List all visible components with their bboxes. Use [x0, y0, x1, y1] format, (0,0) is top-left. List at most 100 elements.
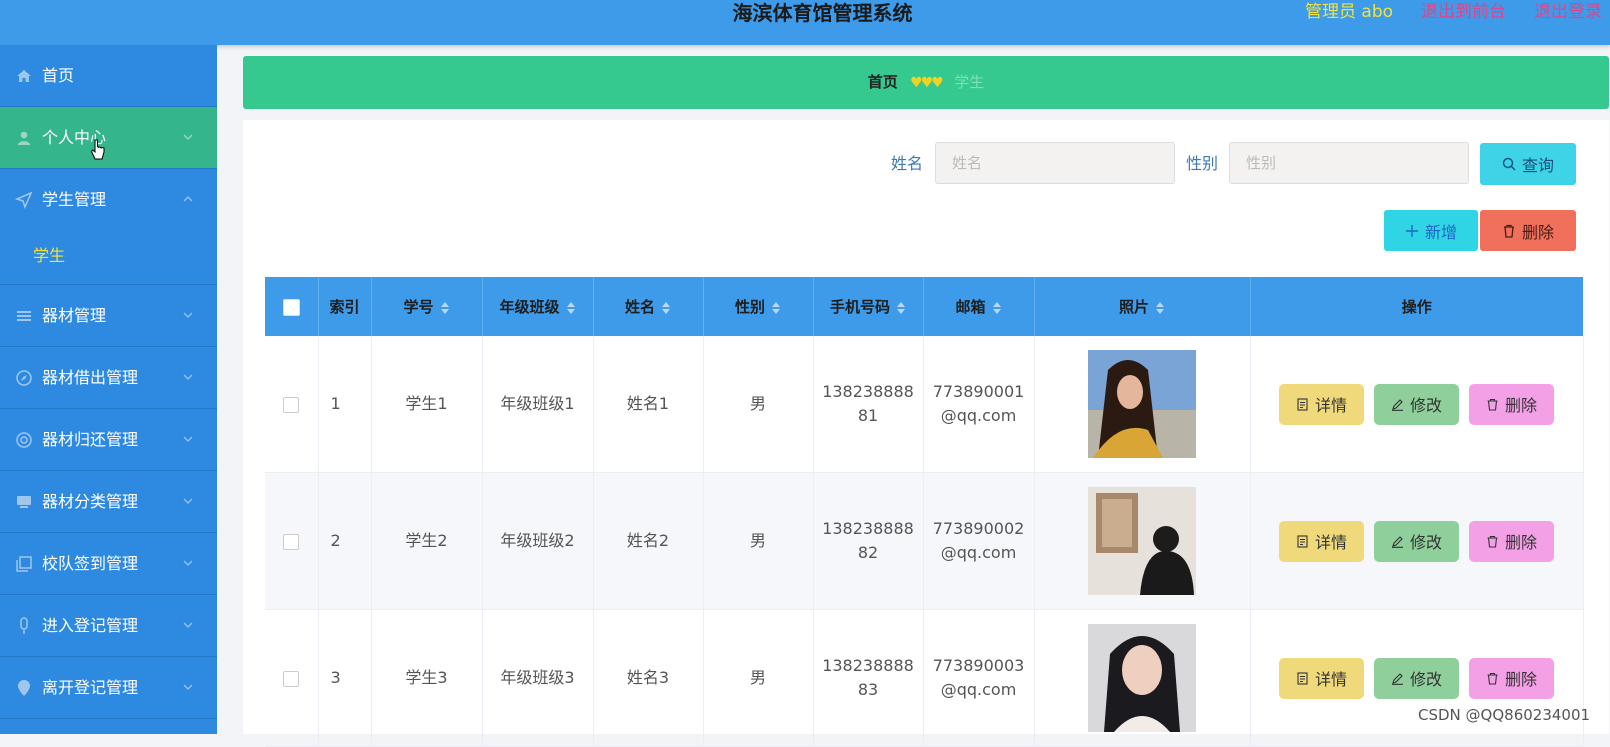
email-line: @qq.com	[940, 680, 1017, 699]
sidebar-item-equipment-return[interactable]: 器材归还管理	[0, 409, 217, 471]
query-button[interactable]: 查询	[1480, 143, 1576, 185]
row-checkbox[interactable]	[283, 396, 300, 413]
sidebar-item-student-management[interactable]: 学生管理	[0, 169, 217, 228]
chevron-down-icon	[183, 622, 193, 628]
sidebar-item-equipment-category[interactable]: 器材分类管理	[0, 471, 217, 533]
add-button-label: 新增	[1424, 222, 1457, 242]
navigation-icon	[15, 191, 33, 209]
edit-button[interactable]: 修改	[1374, 657, 1459, 699]
logout-link[interactable]: 退出登录	[1534, 0, 1602, 24]
edit-button-label: 修改	[1409, 533, 1442, 552]
select-all-checkbox[interactable]	[282, 298, 300, 316]
admin-label: 管理员 abo	[1305, 2, 1394, 22]
phone-cell: 138238888 82	[813, 472, 924, 610]
chevron-down-icon	[183, 684, 193, 690]
back-to-front-link[interactable]: 退出到前台	[1421, 0, 1506, 24]
name-search-input[interactable]	[935, 142, 1175, 184]
plus-icon	[1405, 224, 1418, 237]
gender-search-label: 性别	[1186, 154, 1219, 173]
sidebar-subitem-label: 学生	[33, 246, 66, 265]
menu-icon	[17, 311, 31, 321]
sort-icon[interactable]	[1155, 301, 1165, 315]
chevron-down-icon	[183, 374, 193, 380]
pencil-icon	[1391, 535, 1403, 548]
phone-line: 138238888	[822, 382, 914, 401]
column-header-sortable[interactable]: 手机号码	[813, 277, 924, 336]
name-cell: 姓名2	[593, 472, 704, 610]
watermark: CSDN @QQ860234001	[1418, 706, 1591, 724]
sort-icon[interactable]	[896, 301, 906, 315]
gender-search-input[interactable]	[1229, 142, 1469, 184]
table-row: 1 学生1 年级班级1 姓名1 男 138238888 81 773890001 @…	[265, 336, 1584, 473]
sidebar-item-label: 首页	[42, 66, 75, 85]
actions-cell: 详情 修改 删除	[1250, 609, 1584, 747]
sidebar-item-exit-registration[interactable]: 离开登记管理	[0, 657, 217, 719]
sidebar-item-label: 器材借出管理	[42, 368, 139, 387]
detail-button[interactable]: 详情	[1279, 383, 1364, 425]
row-checkbox[interactable]	[283, 533, 300, 550]
sort-icon[interactable]	[440, 301, 450, 315]
detail-button[interactable]: 详情	[1279, 520, 1364, 562]
row-select-cell	[265, 336, 319, 473]
sidebar-item-personal-center[interactable]: 个人中心	[0, 107, 217, 169]
email-line: 773890001	[932, 382, 1025, 401]
document-icon	[1297, 671, 1308, 685]
chevron-down-icon	[183, 560, 193, 566]
student-photo	[1088, 350, 1196, 458]
email-cell: 773890003 @qq.com	[923, 609, 1035, 747]
edit-button[interactable]: 修改	[1374, 383, 1459, 425]
phone-line: 82	[857, 543, 879, 562]
sidebar-item-entry-registration[interactable]: 进入登记管理	[0, 595, 217, 657]
column-header-sortable[interactable]: 邮箱	[923, 277, 1035, 336]
email-line: @qq.com	[940, 543, 1017, 562]
edit-button[interactable]: 修改	[1374, 520, 1459, 562]
grade-class-cell: 年级班级2	[482, 472, 594, 610]
delete-button-label: 删除	[1504, 670, 1537, 689]
chevron-down-icon	[183, 134, 193, 140]
breadcrumb-heart-separator: ♥♥♥	[910, 75, 944, 91]
sort-icon[interactable]	[661, 301, 671, 315]
monitor-icon	[17, 496, 31, 508]
row-checkbox[interactable]	[283, 670, 300, 687]
column-header-label: 年级班级	[499, 298, 560, 316]
student-no-cell: 学生2	[371, 472, 483, 610]
sidebar-item-team-checkin[interactable]: 校队签到管理	[0, 533, 217, 595]
table-row: 3 学生3 年级班级3 姓名3 男 138238888 83 773890003 @…	[265, 609, 1584, 747]
sidebar-subitem-student[interactable]: 学生	[0, 228, 217, 285]
column-header: 索引	[318, 277, 372, 336]
breadcrumb-home[interactable]: 首页	[868, 73, 898, 91]
row-select-cell	[265, 472, 319, 610]
sidebar-item-equipment-lending[interactable]: 器材借出管理	[0, 347, 217, 409]
actions-cell: 详情 修改 删除	[1250, 336, 1584, 473]
index-cell: 3	[318, 609, 372, 747]
select-all-header	[265, 277, 319, 336]
sidebar-item-equipment-management[interactable]: 器材管理	[0, 285, 217, 347]
delete-button[interactable]: 删除	[1469, 520, 1554, 562]
sidebar-item-label: 器材归还管理	[42, 430, 139, 449]
search-icon	[1502, 157, 1516, 171]
delete-button[interactable]: 删除	[1469, 657, 1554, 699]
column-header-sortable[interactable]: 学号	[371, 277, 483, 336]
batch-delete-button[interactable]: 删除	[1480, 210, 1576, 251]
query-button-label: 查询	[1521, 156, 1554, 175]
column-header-sortable[interactable]: 性别	[703, 277, 814, 336]
edit-button-label: 修改	[1409, 670, 1442, 689]
column-header-label: 照片	[1118, 298, 1149, 316]
sort-icon[interactable]	[992, 301, 1002, 315]
home-icon	[17, 70, 31, 82]
column-header-sortable[interactable]: 照片	[1034, 277, 1251, 336]
add-button[interactable]: 新增	[1384, 210, 1478, 251]
sort-icon[interactable]	[771, 301, 781, 315]
trash-icon	[1487, 535, 1498, 548]
sidebar-item-label: 学生管理	[42, 190, 107, 209]
user-icon	[18, 131, 30, 145]
student-table: 索引 学号 年级班级 姓名 性别 手机号码 邮箱 照片 操作 1 学生1 年级班…	[265, 277, 1584, 747]
column-header-sortable[interactable]: 姓名	[593, 277, 704, 336]
detail-button[interactable]: 详情	[1279, 657, 1364, 699]
sort-icon[interactable]	[566, 301, 576, 315]
email-line: 773890003	[932, 656, 1025, 675]
delete-button[interactable]: 删除	[1469, 383, 1554, 425]
trash-icon	[1487, 398, 1498, 411]
column-header-sortable[interactable]: 年级班级	[482, 277, 594, 336]
sidebar-item-home[interactable]: 首页	[0, 45, 217, 107]
